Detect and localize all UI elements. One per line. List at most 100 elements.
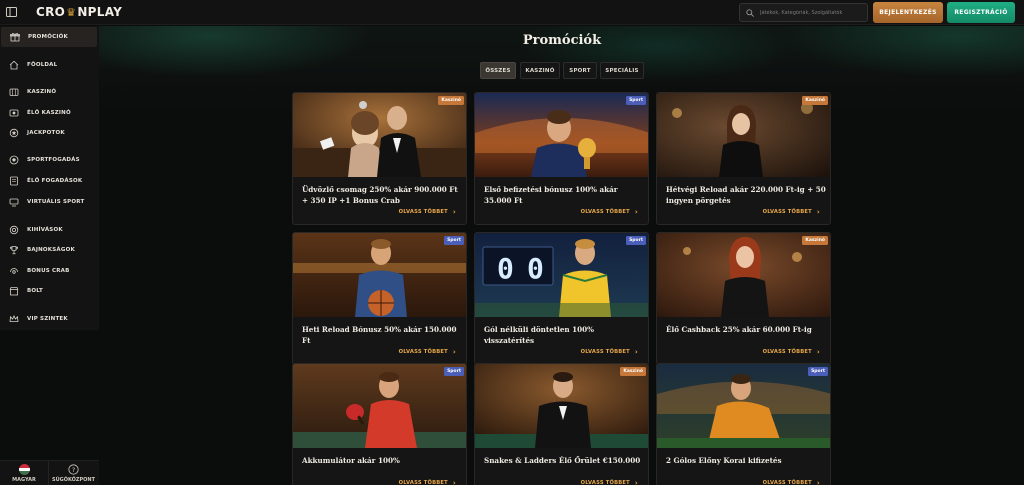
sidebar-item-live-casino[interactable]: ÉLŐ KASZINÓ (0, 103, 97, 123)
sidebar-item-label: VIRTUÁLIS SPORT (27, 199, 85, 205)
promo-card[interactable]: Sport Első befizetési bónusz 100% akár 3… (474, 92, 649, 225)
promo-image-casino-couple: Kaszinó (293, 93, 466, 177)
register-button[interactable]: REGISZTRÁCIÓ (947, 2, 1015, 23)
hungarian-flag-icon (18, 464, 30, 475)
promo-card[interactable]: Sport Akkumulátor akár 100% OLVASS TÖBBE… (292, 363, 467, 485)
category-badge: Sport (444, 236, 464, 245)
page-title: Promóciók (522, 33, 602, 48)
sidebar-item-shop[interactable]: BOLT (0, 281, 97, 301)
promo-card[interactable]: 0 0 Sport Gól nélküli döntetlen 100% vis… (474, 232, 649, 365)
chevron-right-icon: › (816, 208, 820, 216)
svg-text:0: 0 (497, 252, 514, 285)
chevron-right-icon: › (452, 348, 456, 356)
read-more-link[interactable]: OLVASS TÖBBET › (763, 208, 820, 216)
chevron-right-icon: › (452, 208, 456, 216)
menu-toggle-button[interactable] (0, 0, 22, 25)
promo-image-stadium-player: Sport (657, 364, 830, 448)
slot-icon (9, 88, 19, 96)
sidebar-item-tournaments[interactable]: BAJNOKSÁGOK (0, 240, 97, 260)
sidebar-item-casino[interactable]: KASZINÓ (0, 82, 97, 102)
promo-image-trophy-player: Sport (475, 93, 648, 177)
promo-title: Akkumulátor akár 100% (302, 456, 400, 465)
sidebar-item-label: KASZINÓ (27, 89, 57, 95)
sidebar-item-label: BONUS CRAB (27, 268, 70, 274)
promo-card[interactable]: Kaszinó Snakes & Ladders Élő Őrület €150… (474, 363, 649, 485)
promo-card[interactable]: Kaszinó Hétvégi Reload akár 220.000 Ft-i… (656, 92, 831, 225)
category-badge: Sport (444, 367, 464, 376)
read-more-link[interactable]: OLVASS TÖBBET › (581, 479, 638, 485)
sidebar-item-sports-betting[interactable]: SPORTFOGADÁS (0, 150, 97, 170)
promo-title: 2 Gólos Előny Korai kifizetés (666, 456, 782, 465)
svg-text:?: ? (72, 466, 75, 474)
promo-title: Első befizetési bónusz 100% akár 35.000 … (484, 185, 618, 205)
read-more-link[interactable]: OLVASS TÖBBET › (763, 348, 820, 356)
brand-logo[interactable]: CRO ♛ NPLAY (36, 5, 122, 19)
sidebar-item-home[interactable]: FŐOLDAL (0, 55, 97, 75)
chevron-right-icon: › (452, 479, 456, 485)
login-button[interactable]: BEJELENTKEZÉS (873, 2, 943, 23)
crown-icon (9, 315, 19, 322)
sidebar-item-live-betting[interactable]: ÉLŐ FOGADÁSOK (0, 171, 97, 191)
promo-title: Gól nélküli döntetlen 100% visszatérítés (484, 325, 594, 345)
help-icon: ? (68, 464, 79, 475)
read-more-link[interactable]: OLVASS TÖBBET › (581, 208, 638, 216)
sidebar-item-jackpots[interactable]: JACKPOTOK (0, 123, 97, 143)
help-label: SÚGÓKÖZPONT (51, 477, 96, 483)
promo-title: Élő Cashback 25% akár 60.000 Ft-ig (666, 325, 812, 334)
sidebar-item-virtual-sports[interactable]: VIRTUÁLIS SPORT (0, 192, 97, 212)
svg-text:0: 0 (527, 252, 544, 285)
read-more-link[interactable]: OLVASS TÖBBET › (399, 479, 456, 485)
promo-image-basketball-player: Sport (293, 233, 466, 317)
soccer-ball-icon (9, 155, 19, 165)
promo-image-casino-lady: Kaszinó (657, 93, 830, 177)
crown-logo-icon: ♛ (66, 5, 77, 19)
category-badge: Sport (808, 367, 828, 376)
tab-casino[interactable]: KASZINÓ (520, 62, 560, 79)
sidebar-item-promotions[interactable]: PROMÓCIÓK (1, 27, 97, 47)
sidebar-item-label: SPORTFOGADÁS (27, 157, 80, 163)
sidebar-item-bonus-crab[interactable]: BONUS CRAB (0, 261, 97, 281)
promo-title: Üdvözlő csomag 250% akár 900.000 Ft + 35… (302, 185, 458, 205)
category-badge: Sport (626, 236, 646, 245)
live-bet-icon (10, 176, 18, 186)
help-center-button[interactable]: ? SÚGÓKÖZPONT (49, 461, 98, 485)
promo-card[interactable]: Kaszinó Élő Cashback 25% akár 60.000 Ft-… (656, 232, 831, 365)
promo-title: Heti Reload Bónusz 50% akár 150.000 Ft (302, 325, 457, 345)
read-more-label: OLVASS TÖBBET (398, 480, 448, 485)
tab-sport[interactable]: SPORT (563, 62, 597, 79)
chevron-right-icon: › (816, 479, 820, 485)
promo-card[interactable]: Sport Heti Reload Bónusz 50% akár 150.00… (292, 232, 467, 365)
language-label: MAGYAR (12, 477, 36, 483)
category-badge: Kaszinó (620, 367, 646, 376)
sidebar: PROMÓCIÓK FŐOLDAL KASZINÓ ÉLŐ KASZINÓ JA… (0, 26, 99, 330)
promo-image-scoreboard-player: 0 0 Sport (475, 233, 648, 317)
promo-title: Snakes & Ladders Élő Őrület €150.000 (484, 456, 641, 465)
read-more-label: OLVASS TÖBBET (762, 349, 812, 355)
sidebar-item-label: BOLT (27, 288, 44, 294)
read-more-label: OLVASS TÖBBET (762, 480, 812, 485)
search-input[interactable] (760, 9, 860, 16)
read-more-link[interactable]: OLVASS TÖBBET › (763, 479, 820, 485)
sidebar-item-challenges[interactable]: KIHÍVÁSOK (0, 220, 97, 240)
promo-image-casino-redhead: Kaszinó (657, 233, 830, 317)
read-more-link[interactable]: OLVASS TÖBBET › (399, 348, 456, 356)
sidebar-item-label: JACKPOTOK (27, 130, 65, 136)
read-more-link[interactable]: OLVASS TÖBBET › (581, 348, 638, 356)
challenge-icon (9, 225, 19, 235)
category-badge: Kaszinó (802, 236, 828, 245)
language-selector[interactable]: MAGYAR (0, 461, 49, 485)
promo-card[interactable]: Kaszinó Üdvözlő csomag 250% akár 900.000… (292, 92, 467, 225)
tab-all[interactable]: ÖSSZES (480, 62, 516, 79)
sidebar-item-label: PROMÓCIÓK (28, 34, 68, 40)
search-icon (746, 8, 754, 17)
sidebar-item-vip-levels[interactable]: VIP SZINTEK (0, 309, 97, 329)
promo-card[interactable]: Sport 2 Gólos Előny Korai kifizetés OLVA… (656, 363, 831, 485)
category-badge: Sport (626, 96, 646, 105)
virtual-sport-icon (9, 198, 19, 207)
search-box[interactable] (739, 3, 868, 22)
sidebar-footer: MAGYAR ? SÚGÓKÖZPONT (0, 460, 99, 485)
category-badge: Kaszinó (438, 96, 464, 105)
tab-special[interactable]: SPECIÁLIS (600, 62, 644, 79)
read-more-link[interactable]: OLVASS TÖBBET › (399, 208, 456, 216)
read-more-label: OLVASS TÖBBET (398, 349, 448, 355)
